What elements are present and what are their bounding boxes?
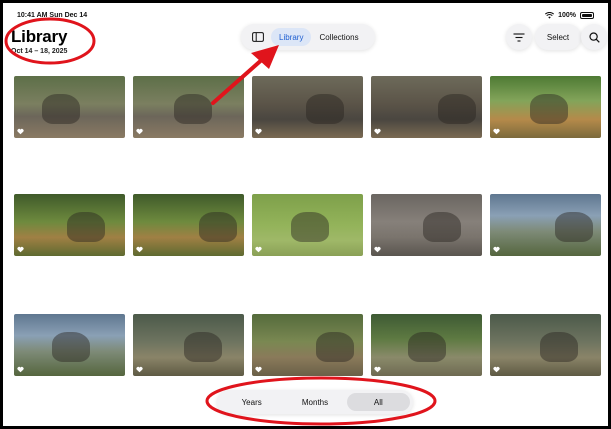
photo-thumbnail[interactable]	[252, 76, 363, 138]
status-indicators: 100%	[545, 12, 594, 19]
photo-thumbnail[interactable]	[133, 76, 244, 138]
heart-icon	[255, 246, 262, 253]
photo-subject	[42, 94, 80, 124]
photo-subject	[291, 212, 329, 242]
photo-thumbnail[interactable]	[490, 194, 601, 256]
heart-icon	[255, 366, 262, 373]
photo-subject	[555, 212, 593, 242]
filter-lines-icon	[513, 32, 525, 42]
heart-icon	[17, 246, 24, 253]
heart-icon	[136, 366, 143, 373]
photo-thumbnail[interactable]	[490, 76, 601, 138]
heart-icon	[17, 366, 24, 373]
sidebar-toggle-button[interactable]	[245, 27, 271, 47]
photo-thumbnail[interactable]	[14, 314, 125, 376]
photo-subject	[67, 212, 105, 242]
tab-years[interactable]: Years	[220, 393, 283, 411]
date-range: Oct 14 – 18, 2025	[11, 48, 68, 55]
photo-thumbnail[interactable]	[14, 194, 125, 256]
photo-subject	[530, 94, 568, 124]
photo-thumbnail[interactable]	[133, 314, 244, 376]
search-button[interactable]	[581, 24, 607, 50]
sidebar-toggle-icon	[252, 32, 264, 42]
battery-percent: 100%	[558, 12, 576, 19]
tab-collections[interactable]: Collections	[311, 28, 366, 46]
search-icon	[588, 31, 600, 43]
photo-thumbnail[interactable]	[252, 314, 363, 376]
tab-all[interactable]: All	[346, 393, 410, 411]
wifi-icon	[545, 12, 555, 19]
heart-icon	[17, 128, 24, 135]
photo-subject	[423, 212, 461, 242]
time-scale-switcher: Years Months All	[217, 390, 413, 414]
heart-icon	[255, 128, 262, 135]
photo-subject	[199, 212, 237, 242]
heart-icon	[136, 246, 143, 253]
photo-subject	[408, 332, 446, 362]
photo-subject	[540, 332, 578, 362]
photo-thumbnail[interactable]	[371, 76, 482, 138]
photo-subject	[52, 332, 90, 362]
tab-months[interactable]: Months	[283, 393, 346, 411]
photo-subject	[316, 332, 354, 362]
filter-button[interactable]	[506, 24, 532, 50]
heart-icon	[374, 128, 381, 135]
photo-thumbnail[interactable]	[371, 194, 482, 256]
heart-icon	[493, 128, 500, 135]
battery-icon	[580, 12, 594, 19]
heart-icon	[374, 246, 381, 253]
view-switcher: Library Collections	[241, 24, 375, 50]
heart-icon	[374, 366, 381, 373]
select-button[interactable]: Select	[535, 24, 581, 50]
photo-thumbnail[interactable]	[14, 76, 125, 138]
status-time: 10:41 AM Sun Dec 14	[17, 12, 88, 19]
heart-icon	[493, 246, 500, 253]
photo-thumbnail[interactable]	[252, 194, 363, 256]
page-title: Library	[11, 27, 68, 46]
photo-subject	[174, 94, 212, 124]
photo-subject	[306, 94, 344, 124]
photo-thumbnail[interactable]	[371, 314, 482, 376]
heart-icon	[493, 366, 500, 373]
heart-icon	[136, 128, 143, 135]
photo-thumbnail[interactable]	[133, 194, 244, 256]
photo-subject	[438, 94, 476, 124]
photo-subject	[184, 332, 222, 362]
tab-library[interactable]: Library	[271, 28, 312, 46]
photo-thumbnail[interactable]	[490, 314, 601, 376]
photos-library-screen: 10:41 AM Sun Dec 14 100% Library Oct 14 …	[0, 0, 611, 429]
